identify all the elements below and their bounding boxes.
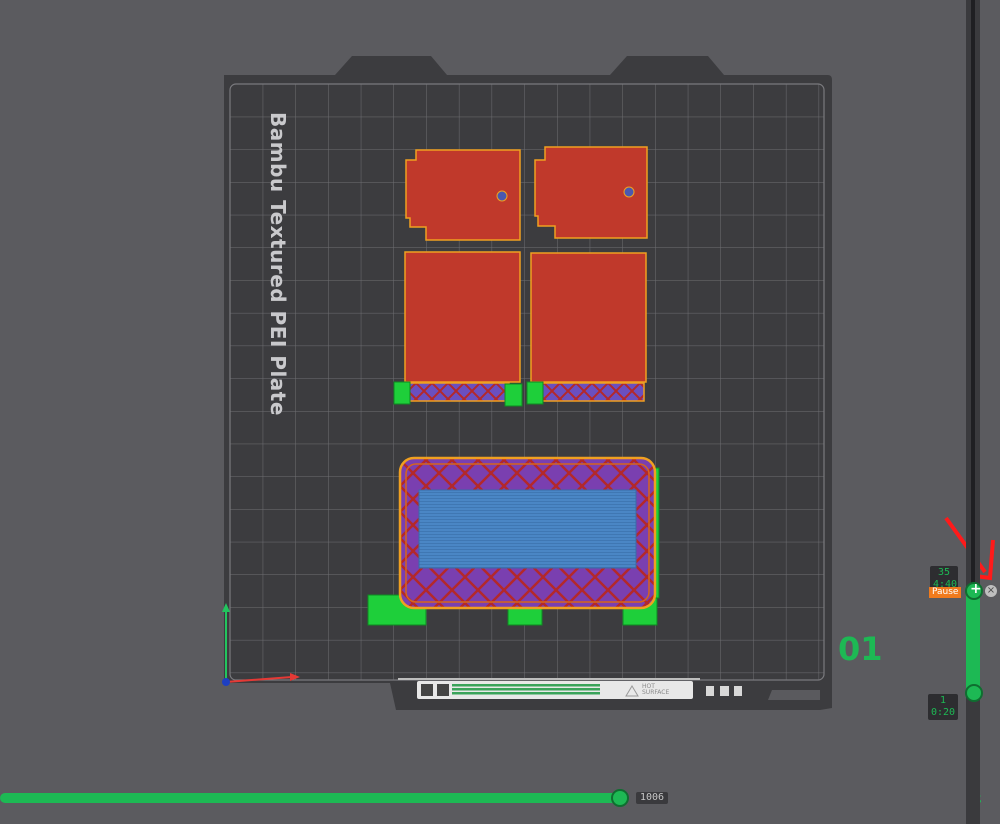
- part-panel-right[interactable]: [526, 252, 647, 405]
- hot-surface-text: HOT SURFACE: [642, 683, 670, 696]
- hot-surface-warning: HOT SURFACE: [642, 684, 669, 696]
- pause-marker[interactable]: Pause: [929, 587, 962, 598]
- plate-name-label: Bambu Textured PEI Plate: [266, 112, 290, 416]
- close-circle-icon[interactable]: ×: [985, 585, 997, 597]
- move-slider-track[interactable]: [0, 793, 620, 803]
- bottom-layer-number: 1: [939, 695, 947, 706]
- part-panel-left[interactable]: [393, 251, 523, 407]
- plate-number: 01: [838, 630, 883, 668]
- part-panel-top-right[interactable]: [534, 146, 648, 239]
- layer-slider-top-handle[interactable]: [965, 581, 983, 600]
- top-layer-number: 35: [937, 567, 951, 578]
- bottom-layer-readout: 1 0:20: [928, 694, 958, 720]
- layer-slider-rail: [971, 0, 975, 590]
- layer-slider-bottom-handle[interactable]: [965, 684, 983, 702]
- move-slider-handle[interactable]: [611, 789, 629, 807]
- part-tray[interactable]: [367, 456, 660, 626]
- 3d-viewport[interactable]: [0, 0, 1000, 824]
- layer-slider-range[interactable]: [966, 590, 980, 694]
- move-slider-value: 1006: [636, 792, 669, 804]
- part-panel-top-left[interactable]: [405, 149, 521, 241]
- bottom-layer-time: 0:20: [931, 707, 956, 718]
